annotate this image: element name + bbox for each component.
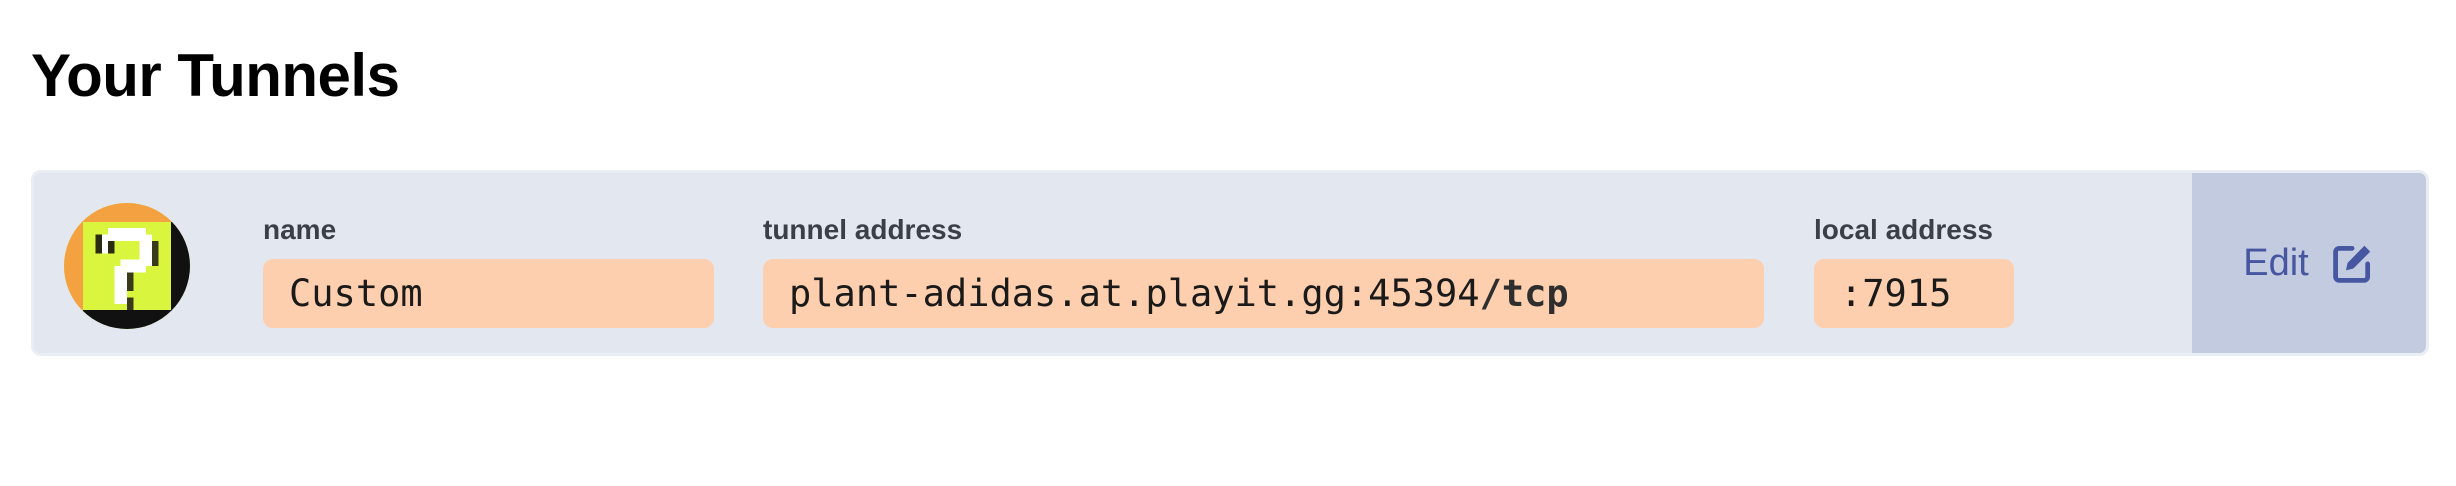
question-block-icon [64,203,190,329]
tunnel-address-separator: / [1479,272,1502,315]
tunnel-name-label: name [263,214,337,245]
edit-label: Edit [2243,241,2309,284]
tunnel-address-value[interactable]: plant-adidas.at.playit.gg:45394/tcp [763,259,1764,328]
local-address-label: local address [1814,214,1993,245]
tunnel-name-value[interactable]: Custom [263,259,714,328]
tunnel-address-field: tunnel address plant-adidas.at.playit.gg… [763,213,1764,328]
tunnel-address-label: tunnel address [763,214,963,245]
tunnel-name-field: name Custom [263,213,714,328]
tunnel-address-protocol: tcp [1501,272,1569,315]
local-address-field: local address :7915 [1814,213,2014,328]
tunnel-address-host: plant-adidas.at.playit.gg:45394 [789,272,1480,315]
page-title: Your Tunnels [31,42,400,109]
local-address-value[interactable]: :7915 [1814,259,2014,328]
edit-button[interactable]: Edit [2192,173,2426,353]
tunnel-card: name Custom tunnel address plant-adidas.… [31,170,2429,356]
edit-icon [2331,241,2375,285]
